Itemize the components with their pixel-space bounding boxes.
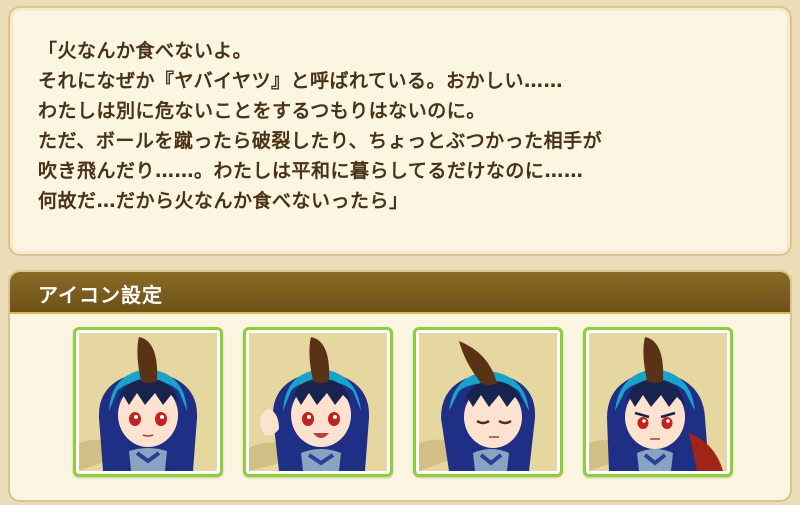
quote-line-6: 何故だ…だから火なんか食べないったら」	[38, 190, 409, 212]
icon-settings-section: アイコン設定	[8, 270, 792, 502]
character-quote-panel: 「火なんか食べないよ。 それになぜか『ヤバイヤツ』と呼ばれている。おかしい…… …	[8, 6, 792, 256]
quote-line-3: わたしは別に危ないことをするつもりはないのに。	[38, 100, 486, 122]
section-title: アイコン設定	[38, 283, 163, 307]
quote-line-2: それになぜか『ヤバイヤツ』と呼ばれている。おかしい……	[38, 70, 563, 92]
quote-line-5: 吹き飛んだり……。わたしは平和に暮らしてるだけなのに……	[38, 160, 584, 182]
quote-line-4: ただ、ボールを蹴ったら破裂したり、ちょっとぶつかった相手が	[38, 130, 603, 152]
character-portrait-happy-icon	[249, 333, 387, 471]
icon-option-2[interactable]	[243, 327, 393, 477]
icon-option-4[interactable]	[583, 327, 733, 477]
icon-option-3[interactable]	[413, 327, 563, 477]
section-header: アイコン設定	[10, 272, 790, 314]
quote-line-1: 「火なんか食べないよ。	[38, 40, 253, 62]
icon-option-1[interactable]	[73, 327, 223, 477]
character-portrait-serious-icon	[589, 333, 727, 471]
character-portrait-eyes-closed-icon	[419, 333, 557, 471]
character-portrait-neutral-icon	[79, 333, 217, 471]
